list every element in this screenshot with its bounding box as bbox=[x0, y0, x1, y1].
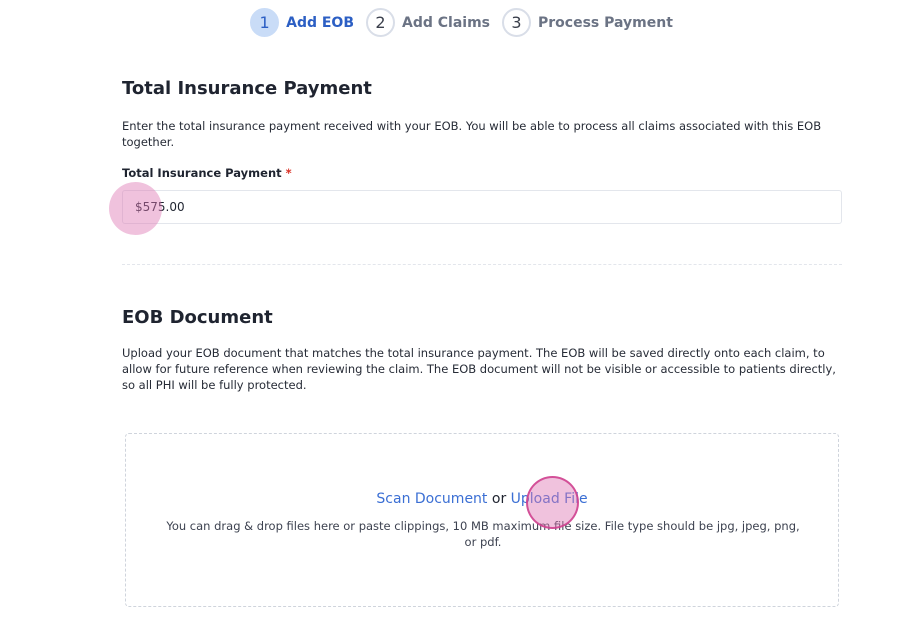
step-number: 2 bbox=[366, 8, 395, 37]
eob-section-description: Upload your EOB document that matches th… bbox=[122, 346, 836, 392]
step-number: 3 bbox=[502, 8, 531, 37]
required-asterisk: * bbox=[285, 166, 292, 180]
or-text: or bbox=[491, 491, 507, 507]
upload-hint: You can drag & drop files here or paste … bbox=[166, 519, 800, 549]
step-label: Process Payment bbox=[538, 14, 673, 31]
upload-actions: Scan Document or Upload File bbox=[126, 491, 838, 507]
step-process-payment[interactable]: 3 Process Payment bbox=[502, 8, 673, 37]
payment-section-description: Enter the total insurance payment receiv… bbox=[122, 119, 822, 149]
total-payment-value: $575.00 bbox=[135, 200, 185, 214]
eob-payment-page: 1 Add EOB 2 Add Claims 3 Process Payment… bbox=[0, 0, 923, 628]
step-number: 1 bbox=[250, 8, 280, 37]
payment-section: Total Insurance Payment Enter the total … bbox=[122, 78, 842, 393]
upload-file-link[interactable]: Upload File bbox=[511, 491, 588, 507]
progress-stepper: 1 Add EOB 2 Add Claims 3 Process Payment bbox=[0, 8, 923, 37]
payment-field-label: Total Insurance Payment * bbox=[122, 166, 842, 180]
step-label: Add EOB bbox=[286, 14, 354, 31]
step-add-eob[interactable]: 1 Add EOB bbox=[250, 8, 354, 37]
scan-document-link[interactable]: Scan Document bbox=[376, 491, 487, 507]
step-add-claims[interactable]: 2 Add Claims bbox=[366, 8, 490, 37]
total-payment-input[interactable]: $575.00 bbox=[122, 190, 842, 224]
step-label: Add Claims bbox=[402, 14, 490, 31]
payment-field-label-text: Total Insurance Payment bbox=[122, 166, 282, 180]
eob-upload-dropzone[interactable]: Scan Document or Upload File You can dra… bbox=[125, 433, 839, 607]
section-divider bbox=[122, 264, 842, 265]
payment-section-title: Total Insurance Payment bbox=[122, 78, 372, 99]
eob-section-title: EOB Document bbox=[122, 307, 273, 328]
